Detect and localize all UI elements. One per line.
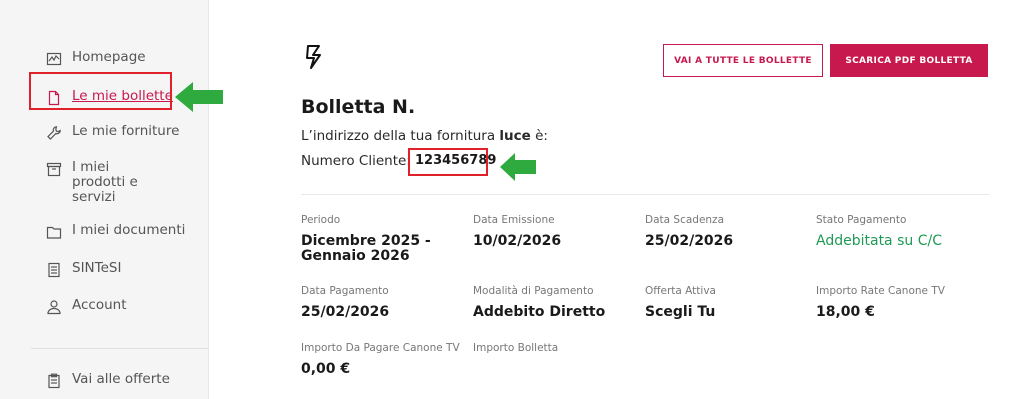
sidebar-item-label: SINTeSI [72, 260, 122, 276]
field-label: Periodo [301, 214, 341, 226]
field-offerta-attiva: Offerta Attiva Scegli Tu [645, 285, 805, 320]
field-importo-bolletta: Importo Bolletta [473, 342, 633, 362]
sidebar-item-label: Le mie forniture [72, 123, 180, 139]
field-value: 0,00 € [301, 361, 351, 377]
field-label: Data Scadenza [645, 214, 725, 226]
address-prefix: L’indirizzo della tua fornitura [301, 128, 500, 144]
clipboard-icon [46, 373, 62, 389]
sidebar-item-homepage[interactable]: Homepage [46, 50, 146, 67]
sidebar-item-label: Account [72, 297, 127, 313]
lightning-logo-icon [306, 45, 321, 69]
field-label: Importo Da Pagare Canone TV [301, 342, 460, 354]
folder-icon [46, 224, 62, 240]
wrench-icon [46, 125, 62, 141]
sidebar-item-prodotti[interactable]: I miei prodotti e servizi [46, 160, 156, 205]
client-label: Numero Cliente: [301, 153, 411, 169]
supply-type: luce [499, 128, 531, 144]
field-value: 25/02/2026 [301, 304, 390, 320]
sidebar-item-label: Vai alle offerte [72, 371, 170, 387]
user-icon [46, 299, 62, 315]
field-value: Addebito Diretto [473, 304, 606, 320]
field-data-pagamento: Data Pagamento 25/02/2026 [301, 285, 461, 320]
field-periodo: Periodo Dicembre 2025 - Gennaio 2026 [301, 214, 461, 264]
field-label: Offerta Attiva [645, 285, 716, 297]
field-value: 10/02/2026 [473, 233, 562, 249]
all-bills-button[interactable]: VAI A TUTTE LE BOLLETTE [663, 44, 823, 77]
highlight-box [29, 72, 172, 110]
address-suffix: è: [530, 128, 548, 144]
sidebar-divider [31, 348, 208, 349]
sidebar-item-label: Homepage [72, 49, 146, 65]
sidebar-item-account[interactable]: Account [46, 298, 127, 315]
highlight-box [408, 148, 488, 176]
field-label: Data Pagamento [301, 285, 389, 297]
field-value: 25/02/2026 [645, 233, 734, 249]
arrow-left-icon [500, 153, 536, 181]
field-modalita-pagamento: Modalità di Pagamento Addebito Diretto [473, 285, 633, 320]
divider [301, 194, 989, 195]
field-label: Stato Pagamento [816, 214, 907, 226]
field-label: Importo Rate Canone TV [816, 285, 945, 297]
field-data-emissione: Data Emissione 10/02/2026 [473, 214, 633, 249]
sidebar-item-documenti[interactable]: I miei documenti [46, 223, 185, 240]
sidebar-item-label: I miei prodotti e servizi [72, 159, 138, 205]
sidebar-item-label: I miei documenti [72, 222, 186, 238]
sidebar: Homepage Le mie bollette Le mie fornitur… [0, 0, 209, 399]
main-content: VAI A TUTTE LE BOLLETTE SCARICA PDF BOLL… [209, 0, 1024, 399]
field-data-scadenza: Data Scadenza 25/02/2026 [645, 214, 805, 249]
sidebar-item-forniture[interactable]: Le mie forniture [46, 124, 179, 141]
sidebar-item-offerte[interactable]: Vai alle offerte [46, 372, 170, 389]
chart-line-icon [46, 51, 62, 67]
status-badge: Addebitata su C/C [816, 233, 942, 249]
field-value: Scegli Tu [645, 304, 716, 320]
supply-address: L’indirizzo della tua fornitura luce è: [301, 128, 548, 144]
box-icon [46, 161, 62, 177]
field-importo-rate-canone: Importo Rate Canone TV 18,00 € [816, 285, 976, 320]
field-stato-pagamento: Stato Pagamento Addebitata su C/C [816, 214, 976, 249]
field-value: 18,00 € [816, 304, 875, 320]
field-importo-da-pagare-canone: Importo Da Pagare Canone TV 0,00 € [301, 342, 461, 377]
field-label: Importo Bolletta [473, 342, 559, 354]
file-lines-icon [46, 262, 62, 278]
page-title: Bolletta N. [301, 96, 416, 118]
field-value: Dicembre 2025 - Gennaio 2026 [301, 233, 431, 264]
download-pdf-button[interactable]: SCARICA PDF BOLLETTA [830, 44, 988, 77]
field-label: Data Emissione [473, 214, 555, 226]
sidebar-item-sintesi[interactable]: SINTeSI [46, 261, 121, 278]
field-label: Modalità di Pagamento [473, 285, 594, 297]
